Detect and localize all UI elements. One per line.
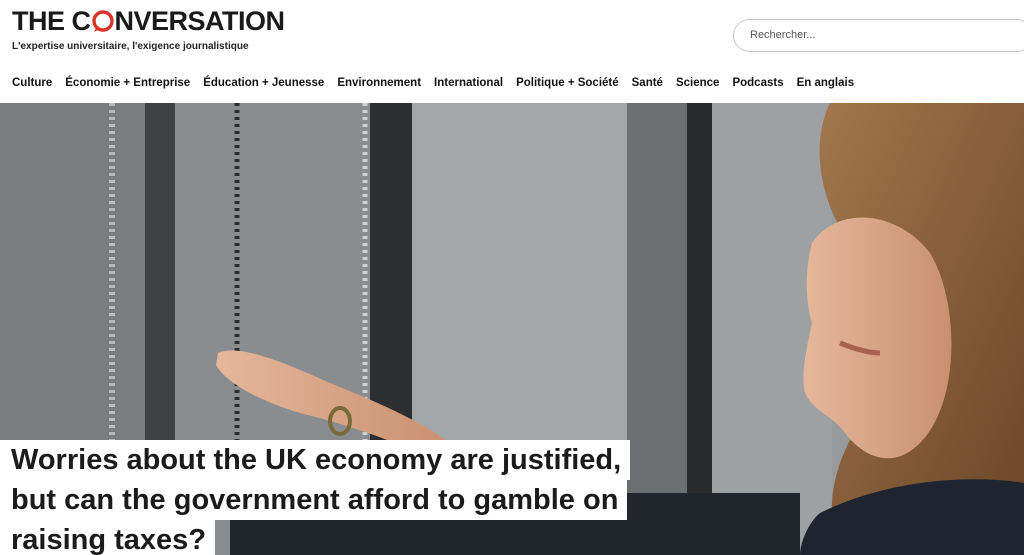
nav-item-culture[interactable]: Culture <box>12 77 52 89</box>
headline-line: Worries about the UK economy are justifi… <box>0 440 631 480</box>
logo-text-end: NVERSATION <box>114 6 286 36</box>
site-header: THE C NVERSATION L'expertise universitair… <box>0 0 1024 103</box>
headline-line: but can the government afford to gamble … <box>0 480 628 520</box>
logo-text-start: THE C <box>12 6 91 36</box>
nav-item-science[interactable]: Science <box>676 77 719 89</box>
search-box[interactable] <box>733 19 1024 52</box>
nav-item-podcasts[interactable]: Podcasts <box>732 77 783 89</box>
nav-item-sante[interactable]: Santé <box>632 77 663 89</box>
nav-item-economie[interactable]: Économie + Entreprise <box>65 77 190 89</box>
nav-item-international[interactable]: International <box>434 77 503 89</box>
site-logo[interactable]: THE C NVERSATION <box>12 6 285 37</box>
nav-item-politique[interactable]: Politique + Société <box>516 77 619 89</box>
search-input[interactable] <box>750 29 1010 41</box>
article-headline[interactable]: Worries about the UK economy are justifi… <box>0 440 760 555</box>
nav-item-education[interactable]: Éducation + Jeunesse <box>203 77 324 89</box>
hero-article[interactable]: Worries about the UK economy are justifi… <box>0 103 1024 555</box>
nav-item-environnement[interactable]: Environnement <box>337 77 421 89</box>
nav-item-en-anglais[interactable]: En anglais <box>797 77 855 89</box>
speech-bubble-o-icon <box>91 10 114 32</box>
main-nav: Culture Économie + Entreprise Éducation … <box>12 77 867 89</box>
site-tagline: L'expertise universitaire, l'exigence jo… <box>12 41 249 52</box>
headline-line: raising taxes? <box>0 520 216 555</box>
